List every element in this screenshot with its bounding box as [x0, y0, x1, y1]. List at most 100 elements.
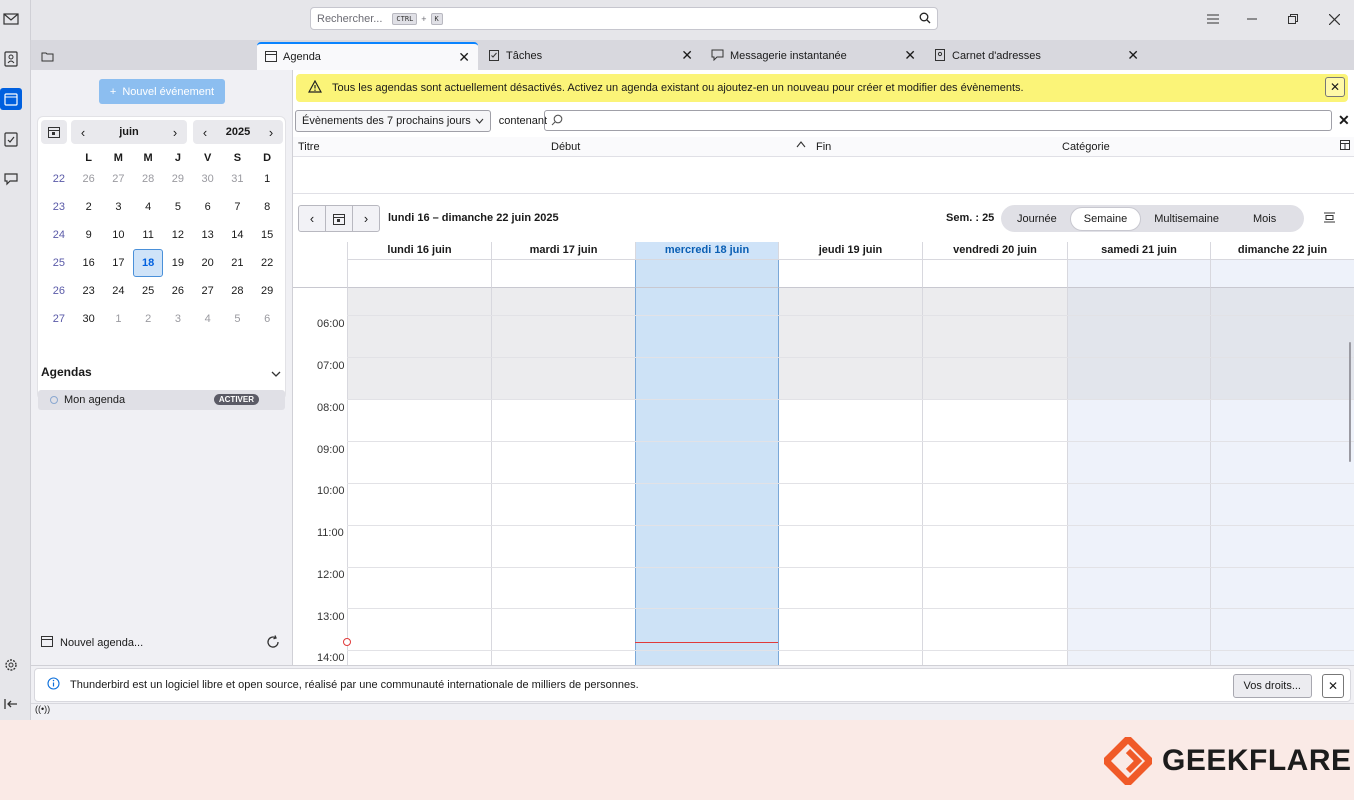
day-cell[interactable]: 6 [252, 313, 282, 325]
day-cell[interactable]: 1 [104, 313, 134, 325]
next-week-icon[interactable]: › [353, 206, 379, 231]
day-cell[interactable]: 1 [252, 173, 282, 185]
event-filter-select[interactable]: Évènements des 7 prochains jours [295, 110, 491, 132]
day-cell[interactable]: 28 [133, 173, 163, 185]
day-cell[interactable]: 11 [133, 229, 163, 241]
day-cell[interactable]: 19 [163, 257, 193, 269]
agenda-item-mon-agenda[interactable]: Mon agenda ACTIVER [38, 390, 285, 410]
restore-icon[interactable] [1283, 10, 1303, 28]
close-info-icon[interactable]: ✕ [1322, 674, 1344, 698]
day-cell[interactable]: 2 [133, 313, 163, 325]
day-header[interactable]: jeudi 19 juin [778, 242, 922, 260]
new-event-button[interactable]: + Nouvel événement [99, 79, 225, 104]
address-book-icon[interactable] [0, 48, 22, 70]
vertical-scrollbar[interactable] [1349, 342, 1351, 462]
mail-icon[interactable] [0, 8, 22, 30]
close-tab-icon[interactable]: ✕ [1127, 48, 1139, 62]
day-cell[interactable]: 2 [74, 201, 104, 213]
column-start[interactable]: Début [551, 141, 580, 153]
day-cell[interactable]: 30 [74, 313, 104, 325]
day-cell[interactable]: 26 [74, 173, 104, 185]
day-cell[interactable]: 7 [223, 201, 253, 213]
prev-month-icon[interactable]: ‹ [71, 125, 95, 140]
close-notification-icon[interactable]: ✕ [1325, 77, 1345, 97]
allday-cell[interactable] [635, 260, 778, 288]
close-tab-icon[interactable]: ✕ [681, 48, 693, 62]
tab-messagerie[interactable]: Messagerie instantanée ✕ [703, 42, 924, 70]
column-picker-icon[interactable] [1340, 140, 1350, 153]
global-search-input[interactable]: Rechercher... CTRL + K [310, 7, 938, 30]
close-tab-icon[interactable]: ✕ [458, 50, 470, 64]
view-options-icon[interactable] [1323, 211, 1336, 227]
day-header[interactable]: samedi 21 juin [1067, 242, 1210, 260]
event-search-input[interactable] [544, 110, 1332, 131]
allday-cell[interactable] [1067, 260, 1210, 288]
view-multiweek[interactable]: Multisemaine [1141, 208, 1232, 230]
activate-button[interactable]: ACTIVER [213, 394, 259, 405]
allday-cell[interactable] [491, 260, 635, 288]
day-cell[interactable]: 29 [252, 285, 282, 297]
day-header[interactable]: vendredi 20 juin [922, 242, 1067, 260]
day-header-today[interactable]: mercredi 18 juin [635, 242, 778, 260]
day-cell[interactable]: 15 [252, 229, 282, 241]
tab-taches[interactable]: Tâches ✕ [480, 42, 701, 70]
day-cell[interactable]: 4 [133, 201, 163, 213]
chat-icon[interactable] [0, 168, 22, 190]
day-cell[interactable]: 21 [223, 257, 253, 269]
tab-agenda[interactable]: Agenda ✕ [257, 42, 478, 70]
day-cell[interactable]: 23 [74, 285, 104, 297]
day-header[interactable]: lundi 16 juin [347, 242, 491, 260]
collapse-toolbar-icon[interactable] [0, 693, 22, 715]
day-cell[interactable]: 26 [163, 285, 193, 297]
column-category[interactable]: Catégorie [1062, 141, 1110, 153]
view-week[interactable]: Semaine [1069, 206, 1142, 231]
allday-cell[interactable] [1210, 260, 1354, 288]
your-rights-button[interactable]: Vos droits... [1232, 674, 1312, 698]
allday-cell[interactable] [778, 260, 922, 288]
day-cell[interactable]: 20 [193, 257, 223, 269]
app-menu-icon[interactable] [1203, 10, 1223, 28]
day-cell[interactable]: 31 [223, 173, 253, 185]
online-status-icon[interactable]: ((•)) [35, 704, 50, 714]
sync-icon[interactable] [266, 635, 280, 652]
day-cell[interactable]: 10 [104, 229, 134, 241]
tasks-icon[interactable] [0, 128, 22, 150]
day-cell[interactable]: 24 [104, 285, 134, 297]
day-cell-today[interactable]: 18 [133, 249, 164, 277]
day-cell[interactable]: 6 [193, 201, 223, 213]
next-year-icon[interactable]: › [259, 125, 283, 140]
allday-cell[interactable] [922, 260, 1067, 288]
view-month[interactable]: Mois [1240, 208, 1289, 230]
prev-year-icon[interactable]: ‹ [193, 125, 217, 140]
day-cell[interactable]: 13 [193, 229, 223, 241]
day-header[interactable]: mardi 17 juin [491, 242, 635, 260]
settings-gear-icon[interactable] [0, 654, 22, 676]
column-end[interactable]: Fin [816, 141, 831, 153]
day-cell[interactable]: 28 [223, 285, 253, 297]
day-cell[interactable]: 27 [104, 173, 134, 185]
day-cell[interactable]: 16 [74, 257, 104, 269]
tab-carnet[interactable]: Carnet d'adresses ✕ [926, 42, 1147, 70]
day-cell[interactable]: 14 [223, 229, 253, 241]
day-cell[interactable]: 17 [104, 257, 134, 269]
next-month-icon[interactable]: › [163, 125, 187, 140]
day-cell[interactable]: 12 [163, 229, 193, 241]
day-cell[interactable]: 30 [193, 173, 223, 185]
today-icon[interactable] [41, 120, 67, 144]
previous-week-icon[interactable]: ‹ [299, 206, 326, 231]
chevron-down-icon[interactable] [271, 367, 281, 381]
calendar-icon[interactable] [0, 88, 22, 110]
close-tab-icon[interactable]: ✕ [904, 48, 916, 62]
day-cell[interactable]: 29 [163, 173, 193, 185]
minimize-icon[interactable] [1242, 10, 1262, 28]
day-cell[interactable]: 3 [104, 201, 134, 213]
view-day[interactable]: Journée [1004, 208, 1070, 230]
day-cell[interactable]: 3 [163, 313, 193, 325]
new-agenda-button[interactable]: Nouvel agenda... [41, 635, 143, 650]
clear-filter-icon[interactable]: ✕ [1338, 112, 1350, 129]
day-cell[interactable]: 5 [163, 201, 193, 213]
day-cell[interactable]: 9 [74, 229, 104, 241]
folder-tab-icon[interactable] [33, 42, 73, 70]
day-cell[interactable]: 22 [252, 257, 282, 269]
close-window-icon[interactable] [1324, 10, 1344, 28]
